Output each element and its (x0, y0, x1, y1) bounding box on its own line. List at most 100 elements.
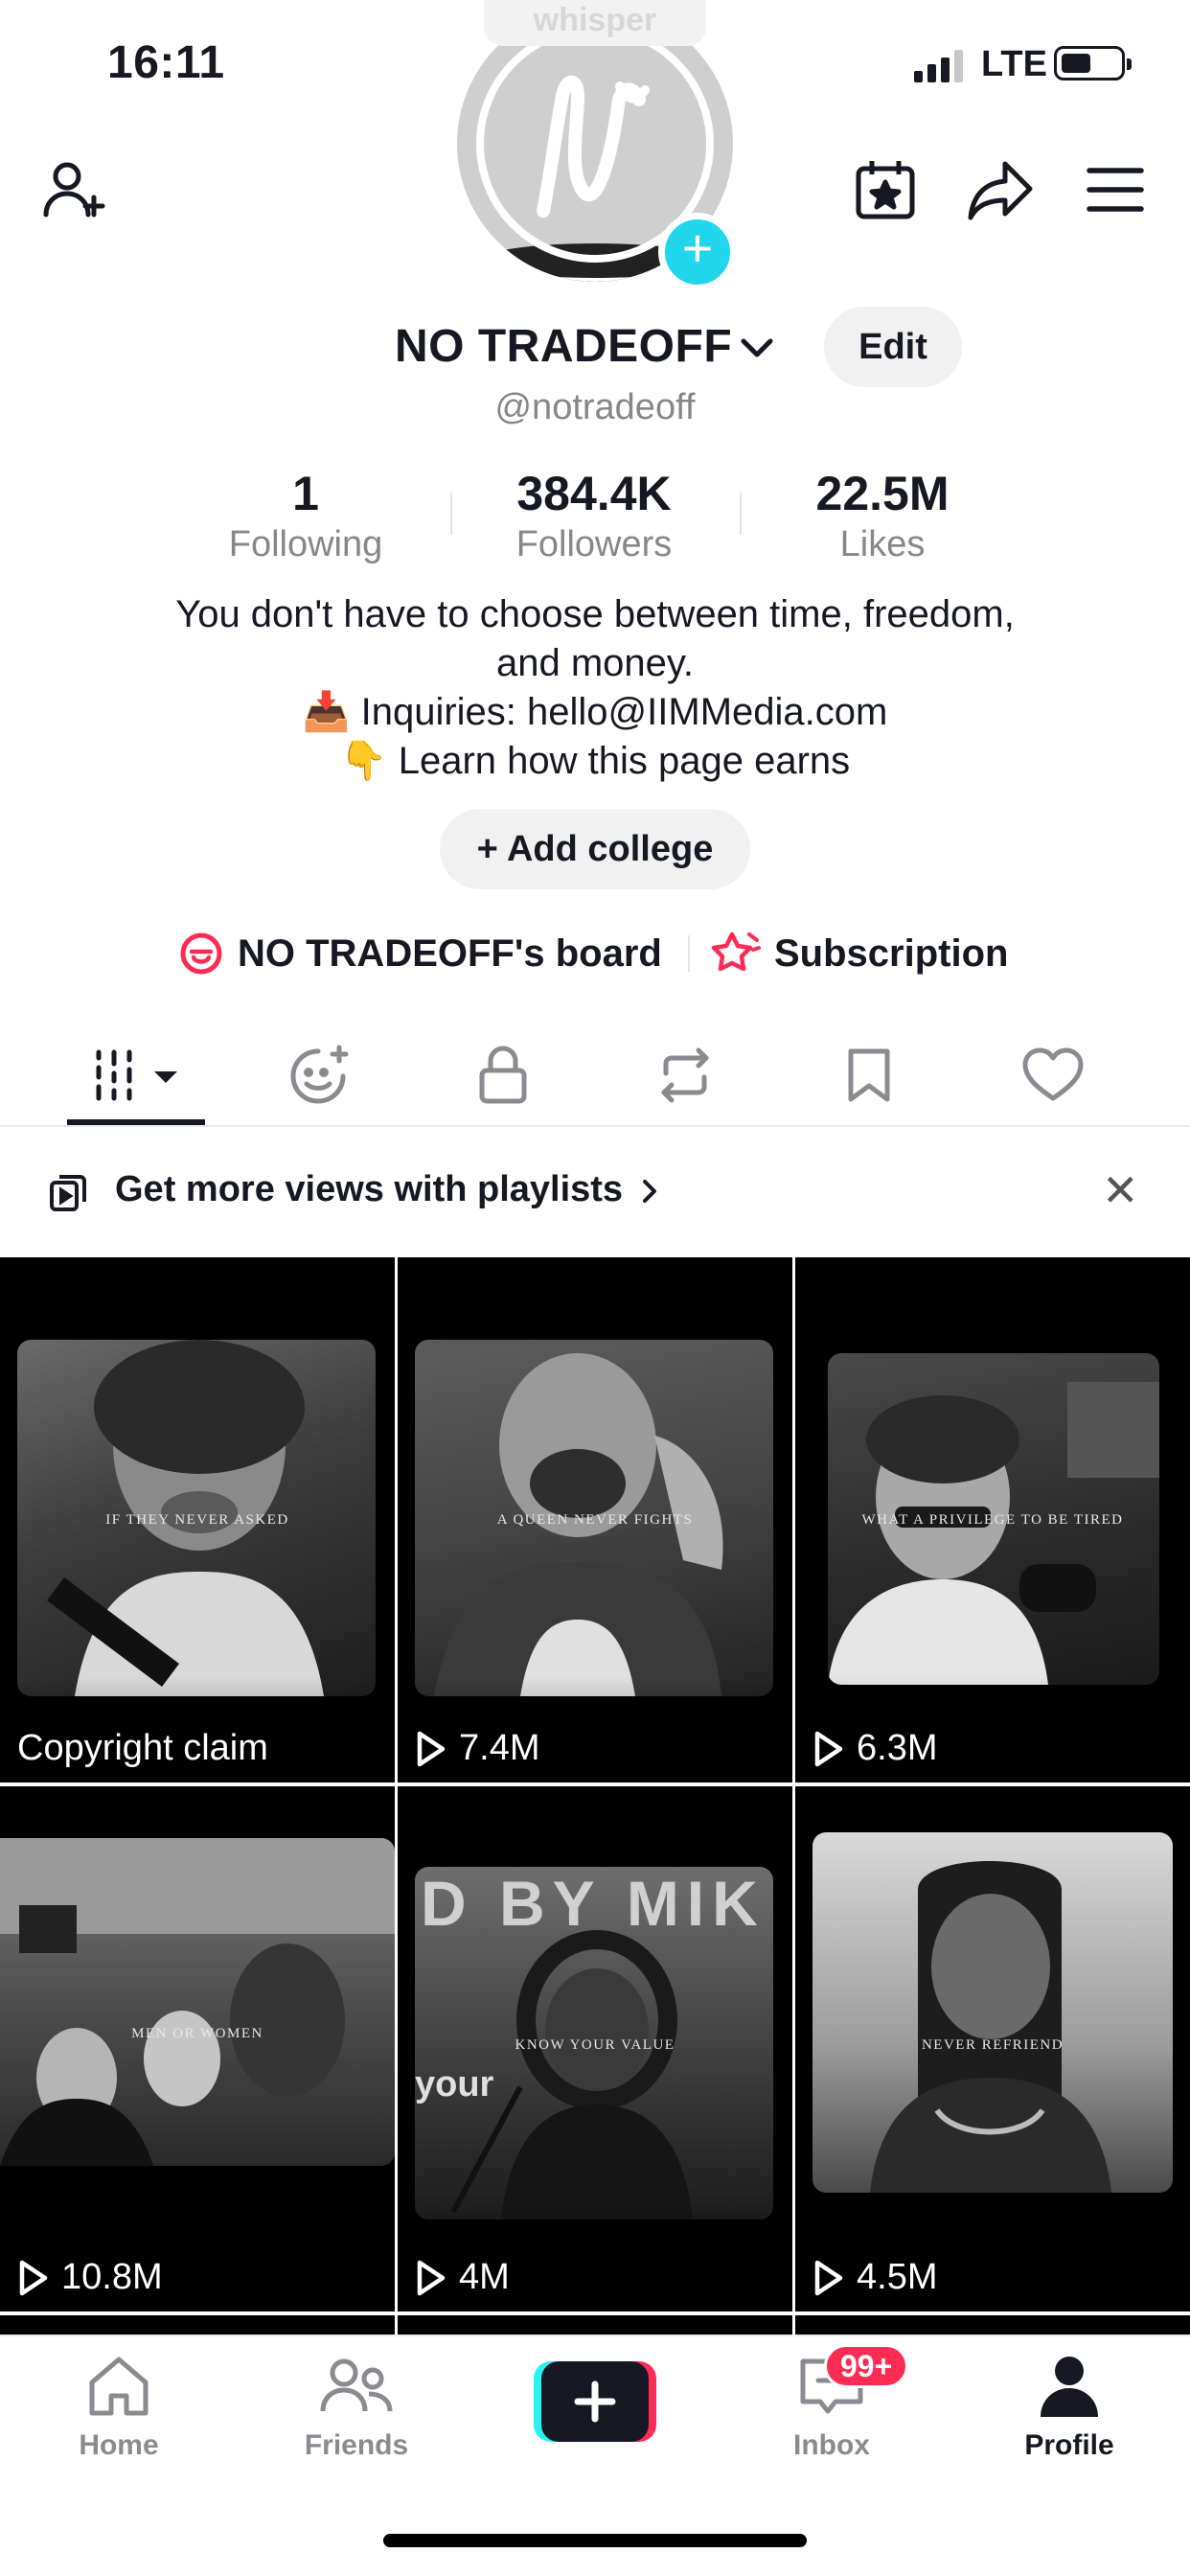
profile-links: NO TRADEOFF's board Subscription (0, 922, 1190, 985)
tab-videos[interactable] (46, 1024, 228, 1127)
menu-icon[interactable] (1079, 153, 1152, 226)
playlist-icon (50, 1175, 86, 1211)
view-count: 10.8M (17, 2257, 163, 2298)
bio-line: and money. (495, 642, 695, 684)
video-status: Copyright claim (17, 1728, 268, 1769)
play-icon (814, 2260, 843, 2295)
stat-likes[interactable]: 22.5M Likes (739, 464, 1026, 565)
video-frame (0, 1838, 395, 2166)
stat-label: Followers (515, 524, 673, 564)
play-icon (417, 1731, 446, 1766)
video-thumbnail[interactable] (795, 2315, 1190, 2334)
view-count-value: 4.5M (857, 2257, 938, 2297)
view-count-value: 10.8M (61, 2257, 163, 2297)
profile-handle: @notradeoff (494, 387, 696, 427)
view-count: 4.5M (812, 2257, 937, 2298)
play-icon (814, 1731, 843, 1766)
video-thumbnail[interactable] (0, 2315, 395, 2334)
playlist-banner-text: Get more views with playlists (115, 1169, 624, 1209)
stat-value: 22.5M (815, 467, 950, 520)
chevron-down-icon[interactable] (738, 334, 776, 362)
video-overlay-text: your (415, 2064, 494, 2104)
bookmark-icon (848, 1048, 890, 1102)
video-thumbnail[interactable]: MEN OR WOMEN 10.8M (0, 1786, 395, 2312)
bio-line: You don't have to choose between time, f… (175, 593, 1015, 635)
copyright-claim-label: Copyright claim (17, 1728, 268, 1768)
name-row: NO TRADEOFF Edit (0, 307, 1190, 387)
video-grid: IF THEY NEVER ASKED Copyright claim A QU… (0, 1257, 1190, 2334)
bio-inquiries-line[interactable]: 📥 Inquiries: hello@IIMMedia.com (0, 688, 1190, 737)
repost-icon (661, 1047, 709, 1103)
video-thumbnail[interactable]: A QUEEN NEVER FIGHTS 7.4M (398, 1257, 792, 1782)
view-count-value: 6.3M (857, 1728, 938, 1768)
nav-profile-label: Profile (1024, 2429, 1114, 2461)
profile-bio: You don't have to choose between time, f… (0, 590, 1190, 786)
network-label: LTE (981, 44, 1047, 84)
home-indicator[interactable] (383, 2534, 807, 2547)
heart-icon (1022, 1047, 1084, 1101)
bio-line: 👇 Learn how this page earns (339, 740, 851, 782)
video-overlay-text: D BY MIK (421, 1868, 766, 1939)
video-thumbnail[interactable]: WHAT A PRIVILEGE TO BE TIRED 6.3M (795, 1257, 1190, 1782)
video-thumbnail[interactable]: IF THEY NEVER ASKED Copyright claim (0, 1257, 395, 1782)
video-thumbnail[interactable]: NEVER REFRIEND 4.5M (795, 1786, 1190, 2312)
play-icon (417, 2260, 446, 2295)
stat-value: 384.4K (516, 467, 672, 520)
video-thumbnail[interactable]: D BY MIK your KNOW YOUR VALUE 4M (398, 1786, 792, 2312)
view-count-value: 7.4M (459, 1728, 540, 1768)
profile-tabs (0, 1024, 1190, 1127)
nav-profile[interactable]: Profile (973, 2354, 1165, 2462)
add-college-button[interactable]: + Add college (440, 809, 750, 889)
share-icon[interactable] (964, 153, 1037, 226)
edit-profile-button[interactable]: Edit (824, 307, 962, 387)
nav-friends[interactable]: Friends (261, 2354, 452, 2462)
view-count: 4M (415, 2257, 510, 2298)
chevron-right-icon (643, 1180, 656, 1203)
subscription-link[interactable]: Subscription (711, 922, 1008, 985)
play-icon (19, 2260, 48, 2295)
video-caption: KNOW YOUR VALUE (515, 2037, 675, 2053)
calendar-star-icon[interactable] (849, 153, 922, 226)
tab-favorites[interactable] (230, 1024, 412, 1127)
board-link[interactable]: NO TRADEOFF's board (178, 922, 662, 985)
view-count-value: 4M (459, 2257, 510, 2297)
board-icon (180, 932, 222, 975)
status-time: 16:11 (107, 37, 225, 88)
tab-private[interactable] (412, 1024, 594, 1127)
inbox-badge: 99+ (824, 2344, 909, 2388)
video-caption: WHAT A PRIVILEGE TO BE TIRED (861, 1512, 1124, 1528)
subscription-star-icon (711, 932, 761, 972)
video-caption: A QUEEN NEVER FIGHTS (496, 1512, 694, 1528)
nav-home[interactable]: Home (23, 2354, 215, 2462)
tab-reposts[interactable] (594, 1024, 776, 1127)
signal-icon (914, 50, 963, 82)
tab-saved[interactable] (778, 1024, 960, 1127)
stat-label: Likes (839, 524, 926, 564)
video-caption: NEVER REFRIEND (921, 2037, 1064, 2053)
create-button[interactable] (534, 2361, 656, 2442)
add-friend-icon[interactable] (38, 153, 111, 226)
view-count: 7.4M (415, 1728, 539, 1769)
smile-sparkle-icon (290, 1045, 349, 1104)
video-caption: MEN OR WOMEN (131, 2026, 263, 2041)
video-frame (812, 1832, 1173, 2193)
board-label: NO TRADEOFF's board (238, 932, 662, 975)
links-divider (688, 935, 690, 972)
videos-grid-icon (96, 1049, 177, 1101)
home-icon (89, 2357, 149, 2416)
stat-following[interactable]: 1 Following (162, 464, 449, 565)
video-caption: IF THEY NEVER ASKED (105, 1512, 289, 1528)
tab-liked[interactable] (962, 1024, 1144, 1127)
nav-friends-label: Friends (304, 2429, 409, 2461)
friends-icon (320, 2358, 393, 2412)
close-icon[interactable]: ✕ (1102, 1168, 1139, 1212)
view-count: 6.3M (812, 1728, 937, 1769)
stat-followers[interactable]: 384.4K Followers (450, 464, 738, 565)
add-story-button[interactable]: + (658, 213, 737, 291)
playlist-banner[interactable]: Get more views with playlists ✕ (0, 1129, 1190, 1254)
profile-stats: 1 Following 384.4K Followers 22.5M Likes (0, 464, 1190, 569)
video-thumbnail[interactable] (398, 2315, 792, 2334)
profile-username[interactable]: NO TRADEOFF (395, 320, 732, 373)
nav-home-label: Home (79, 2429, 159, 2461)
whisper-label[interactable]: whisper (484, 0, 706, 46)
